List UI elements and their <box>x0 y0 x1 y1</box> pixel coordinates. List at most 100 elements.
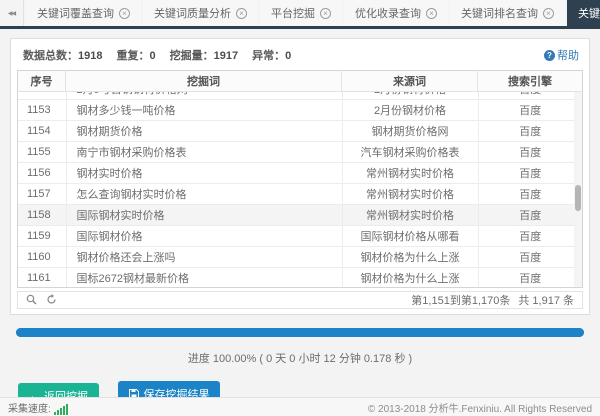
table-scrollbar[interactable] <box>574 92 582 287</box>
tab-close-icon[interactable]: × <box>320 8 331 19</box>
cell-kw: 南宁市钢材采购价格表 <box>66 142 342 163</box>
collect-speed-label: 采集速度: <box>8 400 51 415</box>
cell-index: 1153 <box>18 100 66 121</box>
cell-kw: 钢材实时价格 <box>66 163 342 184</box>
cell-index: 1154 <box>18 121 66 142</box>
tab-label: 平台挖掘 <box>271 5 315 21</box>
table-row[interactable]: 11522月9号首钢钢材价格网2月份钢材价格百度 <box>18 91 582 100</box>
tab-strip: 关键词覆盖查询 × 关键词质量分析 × 平台挖掘 × 优化收录查询 × 关键词排名查询 × 关键词无… <box>24 0 600 26</box>
table-toolbar: 第1,151到第1,170条共 1,917 条 <box>17 291 583 309</box>
cell-eng: 百度 <box>478 184 582 205</box>
cell-index: 1161 <box>18 268 66 288</box>
cell-index: 1158 <box>18 205 66 226</box>
table-row[interactable]: 1158国际钢材实时价格常州钢材实时价格百度 <box>18 205 582 226</box>
tab[interactable]: 平台挖掘 × <box>260 0 342 26</box>
cell-kw: 国际钢材实时价格 <box>66 205 342 226</box>
table-row[interactable]: 1161国标2672钢材最新价格钢材价格为什么上涨百度 <box>18 268 582 288</box>
column-header: 搜索引擎 <box>478 71 583 91</box>
cell-eng: 百度 <box>478 121 582 142</box>
double-chevron-left-icon: ◀◀ <box>8 10 15 17</box>
tab[interactable]: 优化收录查询 × <box>344 0 448 26</box>
cell-eng: 百度 <box>478 100 582 121</box>
tab-close-icon[interactable]: × <box>119 8 130 19</box>
cell-index: 1155 <box>18 142 66 163</box>
table-scrollbar-thumb[interactable] <box>575 185 581 211</box>
tab[interactable]: 关键词质量分析 × <box>143 0 258 26</box>
save-results-button[interactable]: 保存挖掘结果 <box>118 381 220 399</box>
pagination-range: 第1,151到第1,170条 <box>411 295 510 307</box>
cell-eng: 百度 <box>478 91 582 100</box>
table-row[interactable]: 1154钢材期货价格钢材期货价格网百度 <box>18 121 582 142</box>
tab-label: 关键词覆盖查询 <box>37 5 114 21</box>
cell-kw: 怎么查询钢材实时价格 <box>66 184 342 205</box>
cell-src: 2月份钢材价格 <box>342 91 478 100</box>
column-header: 来源词 <box>342 71 478 91</box>
cell-src: 钢材价格为什么上涨 <box>342 268 478 288</box>
column-header: 挖掘词 <box>66 71 342 91</box>
cell-index: 1159 <box>18 226 66 247</box>
help-label: 帮助 <box>557 47 579 63</box>
cell-index: 1157 <box>18 184 66 205</box>
main-content: 数据总数：1918 重复：0 挖掘量：1917 异常：0 ? 帮助 序号挖掘词来源词搜… <box>0 29 600 398</box>
tab-label: 关键词质量分析 <box>154 5 231 21</box>
cell-index: 1160 <box>18 247 66 268</box>
tab-close-icon[interactable]: × <box>543 8 554 19</box>
stat-item: 重复：0 <box>116 50 155 62</box>
pagination-total: 共 1,917 条 <box>518 295 574 307</box>
table-row[interactable]: 1160钢材价格还会上涨吗钢材价格为什么上涨百度 <box>18 247 582 268</box>
cell-src: 国际钢材价格从哪看 <box>342 226 478 247</box>
table-row[interactable]: 1157怎么查询钢材实时价格常州钢材实时价格百度 <box>18 184 582 205</box>
signal-bars-icon <box>54 404 69 415</box>
tabs-scroll-left-button[interactable]: ◀◀ <box>0 0 24 26</box>
cell-eng: 百度 <box>478 205 582 226</box>
cell-index: 1156 <box>18 163 66 184</box>
cell-src: 2月份钢材价格 <box>342 100 478 121</box>
tab-label: 优化收录查询 <box>355 5 421 21</box>
stats-bar: 数据总数：1918 重复：0 挖掘量：1917 异常：0 ? 帮助 <box>11 39 589 70</box>
stats-items: 数据总数：1918 重复：0 挖掘量：1917 异常：0 <box>23 47 305 63</box>
question-icon: ? <box>544 50 555 61</box>
table-row[interactable]: 1156钢材实时价格常州钢材实时价格百度 <box>18 163 582 184</box>
results-table: 序号挖掘词来源词搜索引擎 11522月9号首钢钢材价格网2月份钢材价格百度115… <box>17 70 583 309</box>
table-row[interactable]: 1155南宁市钢材采购价格表汽车钢材采购价格表百度 <box>18 142 582 163</box>
cell-eng: 百度 <box>478 247 582 268</box>
cell-kw: 2月9号首钢钢材价格网 <box>66 91 342 100</box>
tab-close-icon[interactable]: × <box>426 8 437 19</box>
cell-eng: 百度 <box>478 268 582 288</box>
status-bar: 采集速度: © 2013-2018 分析牛.Fenxiniu. All Righ… <box>0 397 600 416</box>
stat-item: 异常：0 <box>252 50 291 62</box>
tab-bar: ◀◀ 关键词覆盖查询×关键词质量分析×平台挖掘×优化收录查询×关键词排名查询×关… <box>0 0 600 26</box>
table-header-row: 序号挖掘词来源词搜索引擎 <box>18 71 583 91</box>
action-buttons: ←返回挖掘 保存挖掘结果 <box>18 381 600 399</box>
back-to-mining-button[interactable]: ←返回挖掘 <box>18 383 99 398</box>
cell-src: 常州钢材实时价格 <box>342 184 478 205</box>
progress-bar <box>16 328 584 337</box>
table-row[interactable]: 1153钢材多少钱一吨价格2月份钢材价格百度 <box>18 100 582 121</box>
cell-eng: 百度 <box>478 142 582 163</box>
cell-src: 汽车钢材采购价格表 <box>342 142 478 163</box>
tab-label: 关键词排名查询 <box>461 5 538 21</box>
tab[interactable]: 关键词覆盖查询 × <box>26 0 141 26</box>
tab-label: 关键词无限挖掘 <box>578 5 600 21</box>
tab-active[interactable]: 关键词无限挖掘× <box>567 0 600 26</box>
tab-close-icon[interactable]: × <box>236 8 247 19</box>
copyright-text: © 2013-2018 分析牛.Fenxiniu. All Rights Res… <box>368 400 592 415</box>
table-body-viewport[interactable]: 11522月9号首钢钢材价格网2月份钢材价格百度1153钢材多少钱一吨价格2月份… <box>17 91 583 288</box>
stat-item: 数据总数：1918 <box>23 50 102 62</box>
cell-src: 钢材期货价格网 <box>342 121 478 142</box>
pagination-info: 第1,151到第1,170条共 1,917 条 <box>411 292 574 308</box>
collect-speed: 采集速度: <box>8 400 69 415</box>
help-link[interactable]: ? 帮助 <box>544 47 579 63</box>
progress-bar-fill <box>16 328 584 337</box>
table-header: 序号挖掘词来源词搜索引擎 <box>17 70 583 91</box>
refresh-icon[interactable] <box>46 294 57 305</box>
search-icon[interactable] <box>26 294 37 305</box>
cell-eng: 百度 <box>478 163 582 184</box>
stat-item: 挖掘量：1917 <box>170 50 238 62</box>
cell-src: 钢材价格为什么上涨 <box>342 247 478 268</box>
cell-kw: 钢材期货价格 <box>66 121 342 142</box>
tab[interactable]: 关键词排名查询 × <box>450 0 565 26</box>
table-row[interactable]: 1159国际钢材价格国际钢材价格从哪看百度 <box>18 226 582 247</box>
cell-kw: 国际钢材价格 <box>66 226 342 247</box>
cell-index: 1152 <box>18 91 66 100</box>
